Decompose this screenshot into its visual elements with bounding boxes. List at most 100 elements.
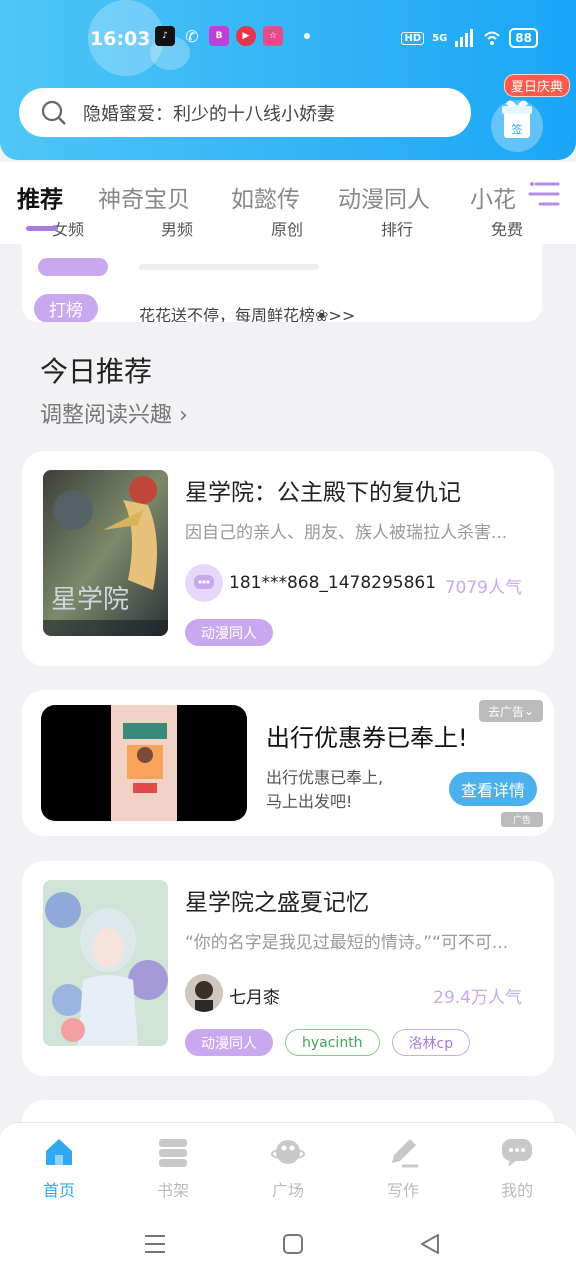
book-card[interactable]: 星学院 星学院：公主殿下的复仇记 因自己的亲人、朋友、族人被瑞拉人杀害... 1… [22,451,554,666]
chat-bubble-icon [502,1139,532,1167]
subtab-male[interactable]: 男频 [161,222,193,240]
network-label: 5G [432,32,448,44]
section-title: 今日推荐 [40,355,153,388]
book-tag[interactable]: 动漫同人 [185,1029,273,1056]
ad-desc-line1: 出行优惠已奉上, [266,768,384,787]
book-title[interactable]: 星学院：公主殿下的复仇记 [185,473,461,507]
menu-icon [528,182,560,206]
nav-write[interactable]: 写作 [368,1135,438,1201]
tab-ruyi[interactable]: 如懿传 [231,180,300,214]
book-cover [43,880,168,1046]
wifi-icon [484,31,501,45]
default-avatar-icon [194,575,214,589]
tab-menu-button[interactable] [528,180,560,210]
ad-desc-line2: 马上出发吧! [266,792,353,811]
home-icon [46,1139,72,1165]
remove-ad-button[interactable]: 去广告 ⌄ [479,700,543,722]
back-triangle-icon[interactable] [418,1232,442,1256]
status-time: 16:03 [90,28,151,50]
shopping-app-icon: ☆ [263,26,283,46]
ad-details-button[interactable]: 查看详情 [449,772,537,806]
tab-recommend[interactable]: 推荐 [17,180,63,214]
notification-icons: ♪ ✆ B ▶ ☆ [155,26,310,46]
book-description: 因自己的亲人、朋友、族人被瑞拉人杀害... [185,523,508,543]
remove-ad-label: 去广告 [487,704,524,719]
flower-rank-link[interactable]: 花花送不停，每周鲜花榜❀>> [139,302,355,322]
tab-pokemon[interactable]: 神奇宝贝 [98,180,190,214]
ad-video[interactable] [41,705,247,821]
book-cover: 星学院 [43,470,168,636]
subtab-ranking[interactable]: 排行 [381,222,413,240]
notice-line-partial [139,264,319,270]
menu-lines-icon[interactable] [143,1232,167,1256]
home-square-icon[interactable] [281,1232,305,1256]
author-name: 七月桼 [229,988,280,1008]
bookshelf-icon [159,1139,187,1167]
nav-square[interactable]: 广场 [253,1135,323,1201]
battery-indicator: 88 [509,28,538,48]
gift-sign-label: 签 [512,122,523,136]
nav-home-label: 首页 [42,1181,75,1200]
chevron-right-icon: › [179,403,188,428]
ad-video-thumbnail [111,705,177,821]
book-tags: 动漫同人 hyacinth 洛林cp [185,1029,471,1056]
video-app-icon: ▶ [236,26,256,46]
planet-icon [271,1140,305,1164]
nav-bookshelf[interactable]: 书架 [138,1135,208,1201]
nav-bookshelf-label: 书架 [156,1181,189,1200]
more-notifications-dot [304,33,310,39]
subtab-free[interactable]: 免费 [491,222,523,240]
book-cover-art [43,880,168,1046]
author-avatar [185,974,223,1012]
book-tag[interactable]: 洛林cp [391,1029,471,1056]
popularity-count: 7079人气 [444,578,522,598]
bank-app-icon: B [209,26,229,46]
nav-write-label: 写作 [386,1181,419,1200]
book-tag[interactable]: hyacinth [285,1029,380,1056]
active-tab-indicator [26,226,58,231]
tiktok-icon: ♪ [155,26,175,46]
adjust-interest-link[interactable]: 调整阅读兴趣 › [40,397,188,429]
book-tags: 动漫同人 [185,619,273,646]
cover-title-art: 星学院 [51,585,129,615]
book-tag[interactable]: 动漫同人 [185,619,273,646]
notice-card: 打榜 花花送不停，每周鲜花榜❀>> [22,244,542,322]
hd-icon: HD [401,31,425,45]
system-nav-bar [0,1210,576,1280]
summer-festival-badge[interactable]: 夏日庆典 [504,74,571,97]
book-title[interactable]: 星学院之盛夏记忆 [185,883,369,917]
ad-description: 出行优惠已奉上, 马上出发吧! [266,766,383,814]
pen-icon [392,1139,418,1168]
signal-icon [455,29,474,47]
book-description: “你的名字是我见过最短的情诗。”“可不可... [185,933,509,953]
subtab-original[interactable]: 原创 [271,222,303,240]
subtab-female[interactable]: 女频 [52,222,84,240]
popularity-count: 29.4万人气 [433,988,522,1008]
ad-title: 出行优惠券已奉上! [266,724,468,752]
search-icon [41,100,66,125]
author-avatar-image [185,974,223,1012]
tab-anime-fanfic[interactable]: 动漫同人 [338,180,430,214]
search-bar[interactable]: 隐婚蜜爱：利少的十八线小娇妻 [19,88,471,137]
ad-mark-label: 广告 [512,816,531,826]
author-avatar [185,564,223,602]
nav-square-label: 广场 [271,1181,304,1200]
rank-tag[interactable]: 打榜 [34,294,98,322]
chevron-down-icon: ⌄ [523,704,535,718]
author-name: 181***868_1478295861 [229,573,437,593]
nav-mine[interactable]: 我的 [482,1135,552,1201]
adjust-interest-label: 调整阅读兴趣 [40,403,173,428]
wechat-icon: ✆ [185,26,199,46]
search-placeholder: 隐婚蜜爱：利少的十八线小娇妻 [83,103,335,125]
book-card[interactable]: 星学院之盛夏记忆 “你的名字是我见过最短的情诗。”“可不可... 七月桼 29.… [22,861,554,1076]
bottom-nav: 首页 书架 广场 写作 我的 [0,1122,576,1210]
status-bar: 16:03 ♪ ✆ B ▶ ☆ HD 5G 88 [0,18,576,58]
ad-mark: 广告 [501,812,543,827]
book-cover-art: 星学院 [43,470,168,636]
sub-channels: 女频 男频 原创 排行 免费 [0,222,576,244]
system-status: HD 5G 88 [401,28,538,48]
nav-home[interactable]: 首页 [24,1135,94,1201]
tab-xiaohua[interactable]: 小花 [470,180,516,214]
ad-card[interactable]: 出行优惠券已奉上! 出行优惠已奉上, 马上出发吧! 查看详情 去广告 ⌄ 广告 [22,690,554,836]
nav-mine-label: 我的 [500,1181,533,1200]
